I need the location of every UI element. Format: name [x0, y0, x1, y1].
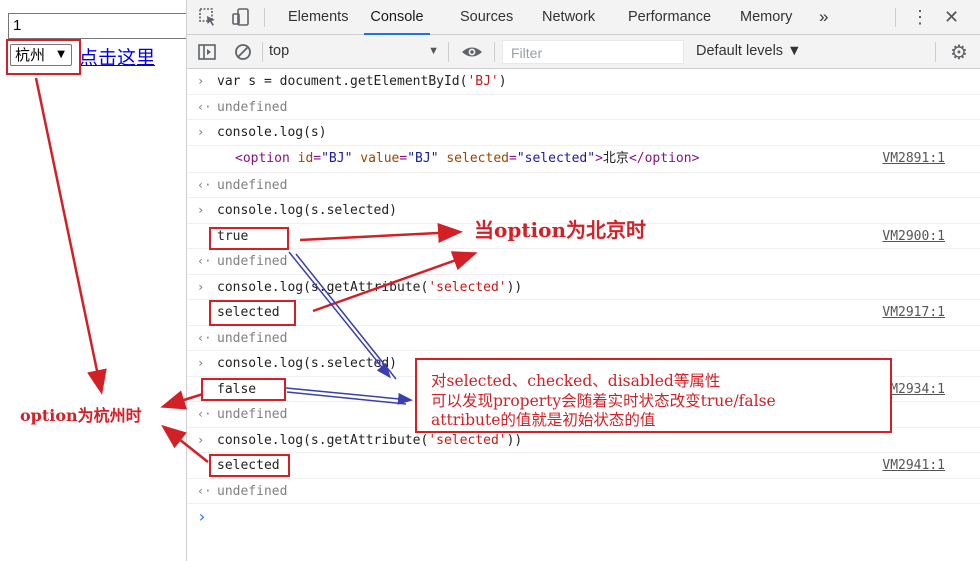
console-row: › console.log(s)	[187, 120, 980, 146]
tab-elements[interactable]: Elements	[288, 0, 348, 35]
console-row: ‹· undefined	[187, 249, 980, 275]
result-marker-icon: ‹·	[197, 99, 212, 114]
console-row: › console.log(s.getAttribute('selected'))	[187, 275, 980, 300]
context-value: top	[269, 43, 290, 59]
tabbar-divider	[264, 8, 265, 27]
input-marker-icon: ›	[197, 74, 205, 88]
context-selector[interactable]: top ▼	[269, 35, 439, 68]
toolbar-divider	[494, 42, 495, 62]
page-viewport: 1 杭州 ▼ 点击这里	[0, 0, 186, 561]
clear-console-icon[interactable]	[234, 43, 252, 66]
input-marker-icon: ›	[197, 203, 205, 217]
console-row-text: var s = document.getElementById('BJ')	[217, 74, 507, 89]
prompt-chevron-icon: ›	[197, 507, 207, 526]
console-prompt[interactable]: ›	[187, 504, 980, 530]
hangzhou-annotation-label: option为杭州时	[20, 406, 142, 425]
tab-console[interactable]: Console	[364, 0, 430, 35]
console-row: ‹· undefined	[187, 173, 980, 198]
source-link[interactable]: VM2900:1	[882, 224, 945, 249]
console-row: ‹· undefined	[187, 95, 980, 120]
input-marker-icon: ›	[197, 432, 205, 447]
console-row-text: undefined	[217, 330, 288, 346]
source-link[interactable]: VM2891:1	[882, 146, 945, 171]
console-row-text: console.log(s.selected)	[217, 356, 398, 371]
input-marker-icon: ›	[197, 356, 205, 370]
input-marker-icon: ›	[197, 125, 205, 139]
result-marker-icon: ‹·	[197, 330, 212, 345]
inspect-element-icon[interactable]	[198, 7, 218, 27]
select-highlight-box	[6, 39, 81, 75]
console-row: › var s = document.getElementById('BJ')	[187, 69, 980, 95]
device-toolbar-icon[interactable]	[231, 7, 251, 27]
gear-icon[interactable]: ⚙	[950, 40, 968, 65]
console-row-text: console.log(s)	[217, 125, 327, 140]
close-devtools-icon[interactable]: ✕	[944, 0, 959, 35]
caret-down-icon: ▼	[428, 45, 439, 57]
true-highlight-box	[209, 227, 289, 250]
console-row-text: undefined	[217, 407, 288, 422]
console-row-text: undefined	[217, 177, 288, 193]
tab-network[interactable]: Network	[542, 0, 595, 35]
toolbar-divider	[448, 42, 449, 62]
result-marker-icon: ‹·	[197, 177, 212, 192]
console-toolbar: top ▼ Filter Default levels ▼ ⚙	[187, 35, 980, 69]
toolbar-divider	[935, 42, 936, 62]
result-marker-icon: ‹·	[197, 254, 212, 268]
eye-icon[interactable]	[461, 43, 483, 66]
input-marker-icon: ›	[197, 279, 205, 294]
console-row-text: console.log(s.selected)	[217, 203, 398, 218]
tab-sources[interactable]: Sources	[460, 0, 513, 35]
log-levels-dropdown[interactable]: Default levels ▼	[696, 35, 801, 68]
console-row-text: undefined	[217, 483, 288, 499]
console-row: <option id="BJ" value="BJ" selected="sel…	[187, 146, 980, 173]
console-row-text: <option id="BJ" value="BJ" selected="sel…	[235, 150, 700, 166]
customize-menu-icon[interactable]: ⋮	[911, 0, 929, 35]
more-tabs-button[interactable]: »	[819, 0, 828, 33]
tab-memory[interactable]: Memory	[740, 0, 792, 35]
console-row: ‹· undefined	[187, 326, 980, 351]
source-link[interactable]: VM2917:1	[882, 300, 945, 325]
result-marker-icon: ‹·	[197, 407, 212, 421]
toolbar-divider	[262, 42, 263, 62]
selected-highlight-box	[209, 300, 296, 326]
note-line-1: 对selected、checked、disabled等属性	[431, 372, 721, 390]
console-row: selected VM2917:1	[187, 300, 980, 326]
devtools-tabbar: Elements Console Sources Network Perform…	[187, 0, 980, 35]
sidebar-toggle-icon[interactable]	[198, 43, 216, 66]
result-marker-icon: ‹·	[197, 483, 212, 498]
source-link[interactable]: VM2941:1	[882, 453, 945, 478]
console-row-text: console.log(s.getAttribute('selected'))	[217, 279, 523, 295]
devtools-panel: Elements Console Sources Network Perform…	[186, 0, 980, 561]
click-here-link[interactable]: 点击这里	[79, 43, 155, 70]
beijing-annotation-label: 当option为北京时	[474, 218, 647, 242]
tab-performance[interactable]: Performance	[628, 0, 711, 35]
false-highlight-box	[201, 378, 286, 401]
console-row: selected VM2941:1	[187, 453, 980, 479]
note-line-3: attribute的值就是初始状态的值	[431, 411, 656, 429]
console-log: › var s = document.getElementById('BJ') ‹·…	[187, 69, 980, 530]
selected2-highlight-box	[209, 454, 290, 477]
explanation-note: 对selected、checked、disabled等属性 可以发现proper…	[415, 358, 892, 433]
console-row-text: undefined	[217, 254, 288, 269]
filter-input[interactable]: Filter	[502, 40, 684, 64]
console-row-text: undefined	[217, 99, 288, 115]
text-input[interactable]: 1	[8, 13, 186, 39]
console-row: ‹· undefined	[187, 479, 980, 504]
tabbar-divider-right	[895, 8, 896, 27]
